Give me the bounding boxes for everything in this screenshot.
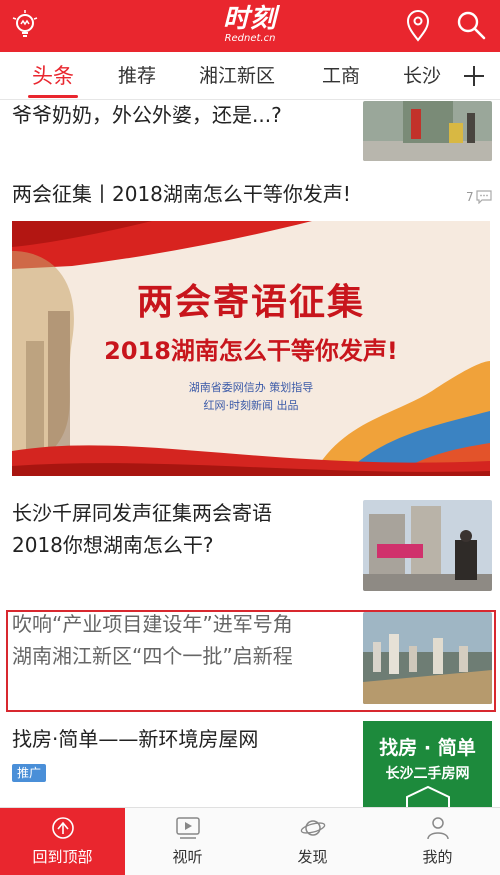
bulb-icon[interactable]	[10, 10, 40, 40]
nav-video[interactable]: 视听	[125, 808, 250, 875]
tab-changsha[interactable]: 长沙	[403, 52, 441, 100]
tab-xiangjiang-xinqu[interactable]: 湘江新区	[199, 52, 275, 100]
comment-count: 7	[466, 190, 474, 204]
tab-gongshang[interactable]: 工商	[322, 52, 360, 100]
banner-credit-line2: 红网·时刻新闻 出品	[203, 399, 299, 412]
nav-back-to-top[interactable]: 回到顶部	[0, 808, 125, 875]
news-thumbnail[interactable]	[363, 500, 492, 591]
user-icon	[427, 817, 449, 840]
nav-label: 视听	[172, 848, 203, 866]
location-pin-icon[interactable]	[404, 10, 432, 42]
news-thumbnail[interactable]	[363, 612, 492, 704]
news-item-title-line1[interactable]: 吹响“产业项目建设年”进军号角	[12, 608, 293, 640]
search-icon[interactable]	[456, 10, 486, 40]
logo-sub-text: Rednet.cn	[224, 33, 276, 44]
app-header: 时刻 Rednet.cn	[0, 0, 500, 52]
news-item-title[interactable]: 找房·简单——新环境房屋网	[12, 723, 258, 755]
comment-icon	[476, 190, 492, 204]
app-logo: 时刻 Rednet.cn	[200, 4, 300, 48]
nav-label: 发现	[297, 848, 328, 866]
nav-discover[interactable]: 发现	[250, 808, 375, 875]
video-icon	[176, 817, 200, 839]
back-to-top-icon	[52, 817, 74, 839]
news-item-title-line2[interactable]: 2018你想湖南怎么干?	[12, 529, 214, 561]
nav-label: 回到顶部	[32, 848, 93, 866]
planet-icon	[300, 820, 326, 836]
news-item-title-line2[interactable]: 湖南湘江新区“四个一批”启新程	[12, 640, 293, 672]
news-feed: 爷爷奶奶，外公外婆，还是...? 两会征集丨2018湖南怎么干等你发声! 7 两…	[0, 101, 500, 807]
ad-thumbnail[interactable]: 找房 · 简单 长沙二手房网	[363, 721, 492, 807]
banner-title: 两会寄语征集	[136, 282, 365, 323]
news-item-title[interactable]: 两会征集丨2018湖南怎么干等你发声!	[12, 178, 351, 210]
banner-subtitle: 2018湖南怎么干等你发声!	[104, 337, 398, 365]
promo-tag: 推广	[12, 764, 47, 782]
nav-label: 我的	[422, 848, 453, 866]
ad-line2: 长沙二手房网	[385, 766, 470, 782]
add-channel-icon[interactable]	[460, 62, 488, 90]
news-thumbnail[interactable]	[363, 101, 492, 161]
banner-credit-line1: 湖南省委网信办 策划指导	[188, 381, 314, 394]
ad-line1: 找房 · 简单	[379, 737, 476, 759]
nav-mine[interactable]: 我的	[375, 808, 500, 875]
tab-tuijian[interactable]: 推荐	[118, 52, 156, 100]
tab-toutiao[interactable]: 头条	[28, 52, 78, 100]
news-item-title-line1[interactable]: 长沙千屏同发声征集两会寄语	[12, 497, 272, 529]
news-item-title[interactable]: 爷爷奶奶，外公外婆，还是...?	[12, 101, 282, 131]
news-banner-image[interactable]: 两会寄语征集 2018湖南怎么干等你发声! 湖南省委网信办 策划指导 红网·时刻…	[12, 221, 490, 476]
bottom-navigation: 回到顶部 视听 发现 我的	[0, 807, 500, 875]
channel-tabs: 头条 推荐 湘江新区 工商 长沙	[0, 52, 500, 100]
logo-main-text: 时刻	[222, 4, 277, 34]
house-icon	[406, 785, 450, 807]
